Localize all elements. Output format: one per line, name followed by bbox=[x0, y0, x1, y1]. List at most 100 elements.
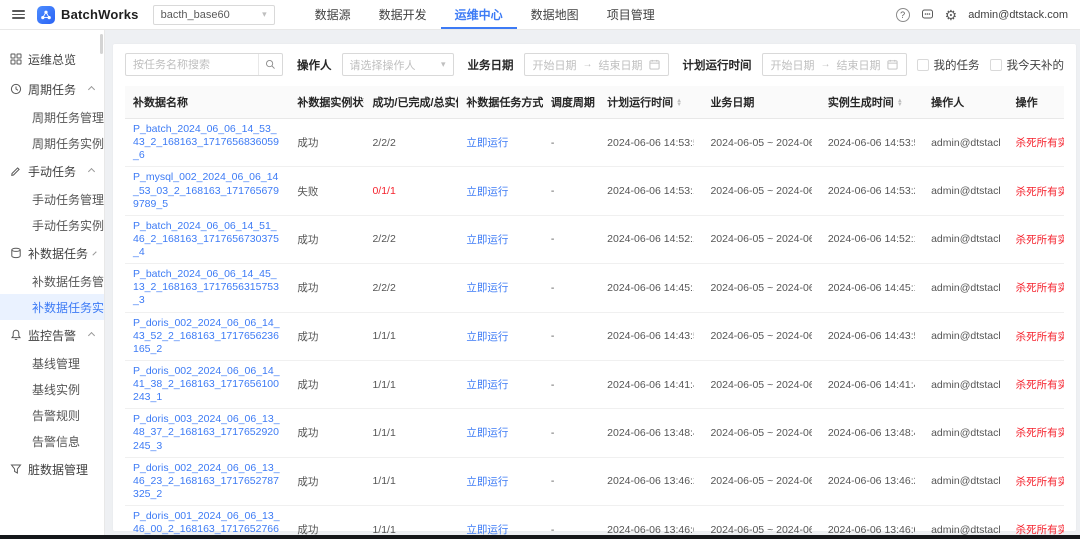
sidebar-item-manual-task-instance[interactable]: 手动任务实例 bbox=[0, 212, 104, 238]
task-name-link[interactable]: P_doris_003_2024_06_06_13_48_37_2_168163… bbox=[133, 413, 281, 452]
sidebar-item-manual-task-mgmt[interactable]: 手动任务管理 bbox=[0, 186, 104, 212]
cell-created_time: 2024-06-06 14:45:16 bbox=[828, 282, 915, 294]
project-select[interactable]: bacth_base60 ▾ bbox=[153, 5, 275, 25]
sidebar-item-patch-data-instance[interactable]: 补数据任务实例 bbox=[0, 294, 104, 320]
kill-all-instances-link[interactable]: 杀死所有实例 bbox=[1016, 137, 1064, 149]
sidebar-group-cycle-tasks-header[interactable]: 周期任务 bbox=[0, 74, 104, 104]
table-row: P_batch_2024_06_06_14_51_46_2_168163_171… bbox=[125, 215, 1064, 263]
cell-created_time: 2024-06-06 13:46:07 bbox=[828, 524, 915, 536]
operator-label: 操作人 bbox=[297, 57, 332, 73]
sidebar-item-patch-data-mgmt[interactable]: 补数据任务管理 bbox=[0, 268, 104, 294]
task-name-link[interactable]: P_doris_002_2024_06_06_13_46_23_2_168163… bbox=[133, 462, 281, 501]
sort-icon[interactable]: ▲▼ bbox=[676, 99, 682, 108]
settings-gear-icon[interactable]: ⚙ bbox=[945, 8, 958, 22]
nav-ops-center[interactable]: 运维中心 bbox=[441, 0, 517, 29]
business-date-range-picker[interactable]: 开始日期 → 结束日期 bbox=[524, 53, 669, 76]
task-name-link[interactable]: P_batch_2024_06_06_14_51_46_2_168163_171… bbox=[133, 220, 281, 259]
operator-select-placeholder: 请选择操作人 bbox=[350, 57, 416, 73]
kill-all-instances-link[interactable]: 杀死所有实例 bbox=[1016, 476, 1064, 488]
cell-cycle: - bbox=[551, 524, 591, 536]
nav-data-source[interactable]: 数据源 bbox=[301, 0, 365, 29]
cell-biz_date: 2024-06-05 ~ 2024-06-05 bbox=[710, 137, 811, 149]
cell-mode: 立即运行 bbox=[466, 184, 535, 199]
my-patch-checkbox[interactable] bbox=[990, 59, 1002, 71]
sidebar-label: 告警信息 bbox=[32, 433, 80, 450]
kill-all-instances-link[interactable]: 杀死所有实例 bbox=[1016, 331, 1064, 343]
sidebar-item-dirty-data-mgmt[interactable]: 脏数据管理 bbox=[0, 454, 104, 484]
task-name-link[interactable]: P_batch_2024_06_06_14_45_13_2_168163_171… bbox=[133, 268, 281, 307]
cell-biz_date: 2024-06-05 ~ 2024-06-05 bbox=[710, 185, 811, 197]
cell-cycle: - bbox=[551, 137, 591, 149]
column-label: 业务日期 bbox=[710, 97, 754, 109]
message-icon[interactable] bbox=[921, 8, 934, 21]
sidebar-item-baseline-mgmt[interactable]: 基线管理 bbox=[0, 350, 104, 376]
nav-data-develop[interactable]: 数据开发 bbox=[365, 0, 441, 29]
cell-plan_time: 2024-06-06 13:46:27 bbox=[607, 475, 694, 487]
kill-all-instances-link[interactable]: 杀死所有实例 bbox=[1016, 282, 1064, 294]
chevron-up-icon bbox=[92, 251, 96, 255]
help-icon[interactable]: ? bbox=[896, 8, 910, 22]
cell-status: 成功 bbox=[297, 377, 356, 392]
sidebar-item-baseline-instance[interactable]: 基线实例 bbox=[0, 376, 104, 402]
instances-table: 补数据名称补数据实例状态▼成功/已完成/总实例补数据任务方式▼调度周期▼计划运行… bbox=[125, 86, 1064, 539]
task-name-link[interactable]: P_doris_002_2024_06_06_14_43_52_2_168163… bbox=[133, 317, 281, 356]
sidebar-group-patch-data-header[interactable]: 补数据任务 bbox=[0, 238, 104, 268]
nav-data-map[interactable]: 数据地图 bbox=[517, 0, 593, 29]
range-arrow: → bbox=[583, 59, 593, 70]
operator-select[interactable]: 请选择操作人 ▾ bbox=[342, 53, 454, 76]
logo-icon bbox=[37, 6, 55, 24]
cell-cycle: - bbox=[551, 330, 591, 342]
kill-all-instances-link[interactable]: 杀死所有实例 bbox=[1016, 234, 1064, 246]
cell-plan_time: 2024-06-06 14:53:56 bbox=[607, 137, 694, 149]
cell-status: 失败 bbox=[297, 184, 356, 199]
kill-all-instances-link[interactable]: 杀死所有实例 bbox=[1016, 186, 1064, 198]
sidebar-item-alert-rules[interactable]: 告警规则 bbox=[0, 402, 104, 428]
sidebar-group-manual-tasks-header[interactable]: 手动任务 bbox=[0, 156, 104, 186]
cell-mode: 立即运行 bbox=[466, 474, 535, 489]
table-row: P_doris_002_2024_06_06_13_46_23_2_168163… bbox=[125, 457, 1064, 505]
filter-icon[interactable]: ▼ bbox=[598, 101, 599, 108]
cell-created_time: 2024-06-06 13:48:40 bbox=[828, 427, 915, 439]
plan-time-range-picker[interactable]: 开始日期 → 结束日期 bbox=[762, 53, 907, 76]
sidebar-item-cycle-task-instance[interactable]: 周期任务实例 bbox=[0, 130, 104, 156]
cell-status: 成功 bbox=[297, 474, 356, 489]
start-date-placeholder: 开始日期 bbox=[533, 57, 577, 73]
sidebar-item-ops-overview[interactable]: 运维总览 bbox=[0, 44, 104, 74]
task-name-link[interactable]: P_mysql_002_2024_06_06_14_53_03_2_168163… bbox=[133, 171, 281, 210]
nav-project-mgmt[interactable]: 项目管理 bbox=[593, 0, 669, 29]
column-label: 调度周期 bbox=[551, 97, 595, 109]
sort-icon[interactable]: ▲▼ bbox=[897, 99, 903, 108]
overview-icon bbox=[10, 53, 22, 65]
my-patch-label: 我今天补的 bbox=[1007, 57, 1065, 73]
cell-mode: 立即运行 bbox=[466, 232, 535, 247]
menu-icon[interactable] bbox=[12, 10, 25, 19]
user-account[interactable]: admin@dtstack.com bbox=[968, 9, 1068, 21]
filter-bar: 操作人 请选择操作人 ▾ 业务日期 开始日期 → 结束日期 计划运行时间 开 bbox=[113, 44, 1076, 86]
task-name-link[interactable]: P_doris_002_2024_06_06_14_41_38_2_168163… bbox=[133, 365, 281, 404]
my-patch-checkbox-group[interactable]: 我今天补的 bbox=[990, 57, 1065, 73]
my-tasks-checkbox[interactable] bbox=[917, 59, 929, 71]
my-tasks-checkbox-group[interactable]: 我的任务 bbox=[917, 57, 980, 73]
cell-biz_date: 2024-06-05 ~ 2024-06-05 bbox=[710, 233, 811, 245]
cell-biz_date: 2024-06-05 ~ 2024-06-05 bbox=[710, 524, 811, 536]
column-label: 补数据任务方式 bbox=[466, 97, 543, 109]
sidebar-group-manual-tasks: 手动任务 手动任务管理 手动任务实例 bbox=[0, 156, 104, 238]
sidebar-item-cycle-task-mgmt[interactable]: 周期任务管理 bbox=[0, 104, 104, 130]
chevron-up-icon bbox=[88, 331, 95, 338]
sidebar-item-alert-info[interactable]: 告警信息 bbox=[0, 428, 104, 454]
column-header-biz_date: 业务日期 bbox=[702, 86, 819, 119]
sidebar-label: 告警规则 bbox=[32, 407, 80, 424]
end-date-placeholder: 结束日期 bbox=[599, 57, 643, 73]
kill-all-instances-link[interactable]: 杀死所有实例 bbox=[1016, 427, 1064, 439]
instances-table-wrap: 补数据名称补数据实例状态▼成功/已完成/总实例补数据任务方式▼调度周期▼计划运行… bbox=[113, 86, 1076, 539]
sidebar-scrollbar[interactable] bbox=[100, 34, 103, 54]
search-icon[interactable] bbox=[258, 54, 282, 75]
sidebar-group-monitor-alert-header[interactable]: 监控告警 bbox=[0, 320, 104, 350]
kill-all-instances-link[interactable]: 杀死所有实例 bbox=[1016, 379, 1064, 391]
sidebar-label: 运维总览 bbox=[28, 51, 76, 68]
task-name-link[interactable]: P_batch_2024_06_06_14_53_43_2_168163_171… bbox=[133, 123, 281, 162]
cell-operator: admin@dtstack.com bbox=[931, 185, 1000, 197]
header-actions: ? ⚙ admin@dtstack.com bbox=[896, 8, 1068, 22]
search-input[interactable] bbox=[126, 59, 258, 71]
cell-mode: 立即运行 bbox=[466, 425, 535, 440]
